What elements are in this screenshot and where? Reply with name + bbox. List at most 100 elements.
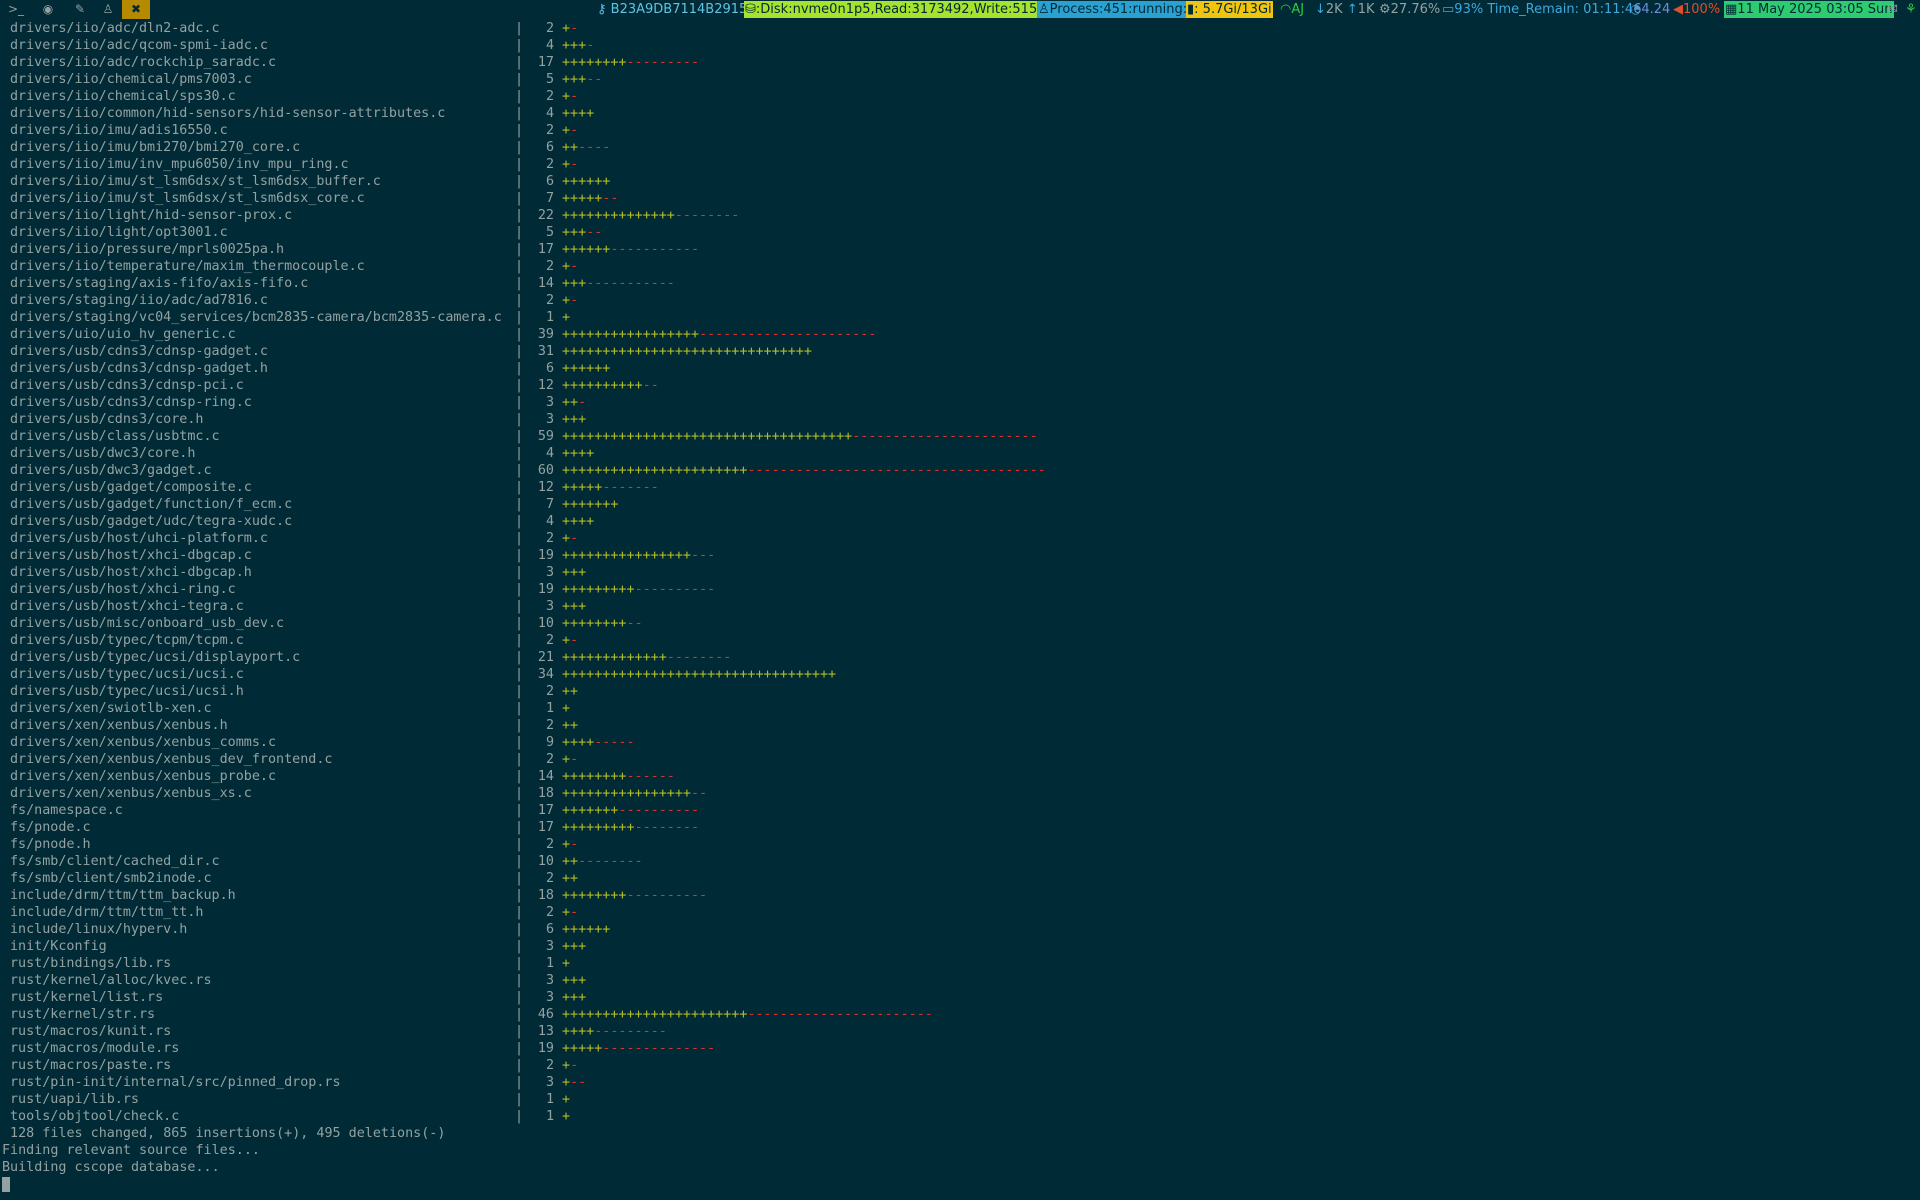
- column-separator: |: [515, 225, 524, 240]
- terminal-icon[interactable]: >_: [2, 0, 30, 19]
- insertions-bar: +++: [562, 412, 587, 427]
- change-bar: +++: [562, 411, 586, 428]
- file-path: drivers/usb/host/uhci-platform.c: [10, 531, 268, 546]
- file-path: drivers/usb/cdns3/cdnsp-ring.c: [10, 395, 252, 410]
- file-path: include/drm/ttm/ttm_tt.h: [10, 905, 204, 920]
- change-bar: ++++++++++++++--------: [562, 207, 739, 224]
- change-count: 10: [537, 616, 554, 631]
- load-text: 4.24: [1641, 2, 1671, 17]
- insertions-bar: ++++: [562, 1024, 595, 1039]
- column-separator: |: [515, 123, 524, 138]
- key-id: B23A9DB7114B2915: [610, 2, 748, 17]
- column-separator: |: [515, 633, 524, 648]
- cpu-text: 27.76%: [1390, 2, 1441, 17]
- deletions-bar: ------: [626, 769, 675, 784]
- column-separator: |: [515, 616, 524, 631]
- upload-arrow-icon: ↑: [1346, 2, 1358, 17]
- file-path: drivers/usb/cdns3/cdnsp-gadget.h: [10, 361, 268, 376]
- disk-io-segment: ⛁:Disk:nvme0n1p5,Read:3173492,Write:5159…: [744, 1, 1072, 18]
- insertions-bar: +++: [562, 599, 587, 614]
- column-separator: |: [515, 310, 524, 325]
- change-count: 13: [537, 1024, 554, 1039]
- file-path: drivers/iio/imu/st_lsm6dsx/st_lsm6dsx_bu…: [10, 174, 381, 189]
- change-count: 34: [537, 667, 554, 682]
- change-count: 19: [537, 582, 554, 597]
- change-count: 2: [545, 718, 554, 733]
- deletions-bar: ----------: [618, 803, 700, 818]
- deletions-bar: -: [570, 1058, 579, 1073]
- change-bar: ++++++++--: [562, 615, 643, 632]
- column-separator: |: [515, 684, 524, 699]
- change-count: 10: [537, 854, 554, 869]
- file-path: drivers/staging/iio/adc/ad7816.c: [10, 293, 268, 308]
- change-count: 2: [545, 157, 554, 172]
- change-bar: ++++++: [562, 921, 610, 938]
- column-separator: |: [515, 242, 524, 257]
- change-bar: ++++: [562, 513, 594, 530]
- change-bar: ++++: [562, 105, 594, 122]
- change-bar: ++++-----: [562, 734, 635, 751]
- insertions-bar: ++++++++++++++++: [562, 786, 691, 801]
- insertions-bar: ++++++++++++++: [562, 208, 675, 223]
- column-separator: |: [515, 1075, 524, 1090]
- insertions-bar: +++++++++++++++++: [562, 327, 700, 342]
- change-bar: ++--------: [562, 853, 643, 870]
- linux-icon[interactable]: ♙: [94, 0, 122, 19]
- insertions-bar: +++: [562, 72, 587, 87]
- insertions-bar: +: [562, 633, 571, 648]
- change-bar: ++++++++++--: [562, 377, 659, 394]
- status-line: Building cscope database...: [2, 1160, 220, 1175]
- insertions-bar: +: [562, 157, 571, 172]
- change-count: 2: [545, 259, 554, 274]
- file-path: rust/uapi/lib.rs: [10, 1092, 139, 1107]
- file-path: fs/pnode.c: [10, 820, 91, 835]
- change-bar: +-: [562, 1057, 578, 1074]
- tray-icon[interactable]: ⚘: [1904, 1, 1918, 18]
- file-path: drivers/xen/xenbus/xenbus_probe.c: [10, 769, 277, 784]
- column-separator: |: [515, 820, 524, 835]
- insertions-bar: +: [562, 531, 571, 546]
- change-count: 14: [537, 769, 554, 784]
- disk-icon: ⛁: [745, 2, 756, 17]
- change-count: 4: [545, 514, 554, 529]
- file-path: drivers/iio/imu/inv_mpu6050/inv_mpu_ring…: [10, 157, 349, 172]
- column-separator: |: [515, 701, 524, 716]
- change-bar: ++-: [562, 394, 586, 411]
- column-separator: |: [515, 429, 524, 444]
- change-bar: ++++++++------: [562, 768, 675, 785]
- change-count: 6: [545, 174, 554, 189]
- column-separator: |: [515, 939, 524, 954]
- change-bar: +++++--------------: [562, 1040, 715, 1057]
- web-icon[interactable]: ◉: [34, 0, 62, 19]
- file-path: drivers/xen/xenbus/xenbus_comms.c: [10, 735, 277, 750]
- change-bar: +-: [562, 904, 578, 921]
- column-separator: |: [515, 157, 524, 172]
- change-bar: +-: [562, 122, 578, 139]
- change-count: 9: [545, 735, 554, 750]
- deletions-bar: ----------: [626, 888, 708, 903]
- column-separator: |: [515, 565, 524, 580]
- change-bar: +-: [562, 751, 578, 768]
- column-separator: |: [515, 1007, 524, 1022]
- file-path: drivers/iio/temperature/maxim_thermocoup…: [10, 259, 365, 274]
- change-count: 31: [537, 344, 554, 359]
- upload-text: 1K: [1357, 2, 1375, 17]
- pen-icon[interactable]: ✎: [66, 0, 94, 19]
- change-count: 17: [537, 55, 554, 70]
- column-separator: |: [515, 293, 524, 308]
- change-count: 3: [545, 395, 554, 410]
- tools-icon[interactable]: ✖: [122, 0, 150, 19]
- change-bar: +++: [562, 598, 586, 615]
- terminal-window[interactable]: drivers/iio/adc/dln2-adc.c | 2 +- drivers/ii…: [0, 19, 1920, 1200]
- change-count: 2: [545, 293, 554, 308]
- deletions-bar: -------------------------------------: [747, 463, 1046, 478]
- deletions-bar: ----: [578, 140, 611, 155]
- deletions-bar: -: [578, 395, 587, 410]
- change-bar: +--: [562, 1074, 586, 1091]
- mail-icon[interactable]: ✉: [1886, 1, 1899, 18]
- column-separator: |: [515, 276, 524, 291]
- column-separator: |: [515, 412, 524, 427]
- wifi-icon: ◠: [1280, 2, 1292, 17]
- insertions-bar: ++: [562, 871, 579, 886]
- deletions-bar: --------: [666, 650, 732, 665]
